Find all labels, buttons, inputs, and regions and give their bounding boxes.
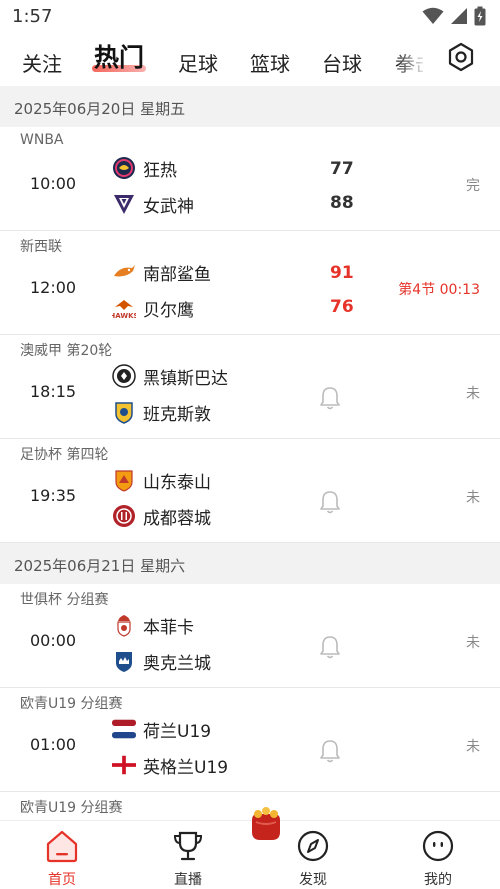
home-score: 77 — [330, 159, 354, 179]
compass-icon — [297, 830, 329, 862]
top-tab-bar: 关注 热门 足球 篮球 台球 拳击 — [0, 34, 500, 86]
home-icon — [46, 830, 78, 863]
match-row[interactable]: WNBA 10:00 狂热 女武神 77 88 完 — [0, 127, 500, 231]
chengdu-rongcheng-logo-icon — [112, 504, 136, 528]
home-score: 91 — [330, 263, 354, 283]
away-team: HAWKS 贝尔鹰 — [112, 295, 194, 321]
league-name: 欧青U19 分组赛 — [20, 696, 123, 712]
match-status: 未 — [466, 635, 480, 651]
team-name: 英格兰U19 — [143, 757, 229, 778]
match-row[interactable]: 足协杯 第四轮 19:35 山东泰山 成都蓉城 未 — [0, 439, 500, 543]
away-team: 奥克兰城 — [112, 648, 211, 674]
match-row[interactable]: 欧青U19 分组赛 01:00 荷兰U19 英格兰U19 未 — [0, 688, 500, 792]
home-team: 黑镇斯巴达 — [112, 363, 228, 389]
tab-football[interactable]: 足球 — [178, 48, 218, 77]
team-name: 奥克兰城 — [143, 653, 211, 674]
settings-gear-icon[interactable] — [446, 42, 476, 72]
tab-scroll-fade — [395, 34, 435, 86]
tab-hot[interactable]: 热门 — [94, 38, 144, 74]
match-time: 12:00 — [30, 278, 77, 297]
home-team: 本菲卡 — [112, 612, 194, 638]
benfica-logo-icon — [112, 613, 136, 637]
team-name: 南部鲨鱼 — [143, 264, 211, 285]
league-name: 世俱杯 分组赛 — [20, 592, 109, 608]
team-name: 本菲卡 — [143, 617, 194, 638]
team-name: 荷兰U19 — [143, 721, 212, 742]
fever-logo-icon — [112, 156, 136, 180]
match-time: 00:00 — [30, 631, 77, 650]
sharks-logo-icon — [112, 260, 136, 284]
home-team: 荷兰U19 — [112, 716, 211, 742]
match-status: 未 — [466, 386, 480, 402]
home-team: 南部鲨鱼 — [112, 259, 211, 285]
match-status: 第4节 00:13 — [398, 282, 480, 298]
england-flag-icon — [112, 753, 136, 777]
match-list[interactable]: 2025年06月20日 星期五 WNBA 10:00 狂热 女武神 77 88 … — [0, 86, 500, 820]
match-row[interactable]: 澳威甲 第20轮 18:15 黑镇斯巴达 班克斯敦 未 — [0, 335, 500, 439]
wifi-icon — [422, 7, 444, 24]
match-time: 01:00 — [30, 735, 77, 754]
league-name: WNBA — [20, 132, 64, 148]
trophy-icon — [173, 831, 203, 861]
status-time: 1:57 — [12, 6, 53, 27]
match-row[interactable]: 新西联 12:00 南部鲨鱼 HAWKS 贝尔鹰 91 76 第4节 00:13 — [0, 231, 500, 335]
match-status: 未 — [466, 490, 480, 506]
shandong-taishan-logo-icon — [112, 468, 136, 492]
bell-icon[interactable] — [318, 738, 342, 764]
status-bar: 1:57 — [0, 0, 500, 34]
battery-icon — [474, 6, 486, 26]
team-name: 贝尔鹰 — [143, 300, 194, 321]
bell-icon[interactable] — [318, 489, 342, 515]
signal-icon — [451, 8, 467, 24]
league-name: 足协杯 第四轮 — [20, 447, 109, 463]
away-score: 76 — [330, 297, 354, 317]
tab-basketball[interactable]: 篮球 — [250, 48, 290, 77]
home-team: 狂热 — [112, 155, 177, 181]
league-name: 新西联 — [20, 239, 62, 255]
away-team: 女武神 — [112, 191, 194, 217]
away-team: 成都蓉城 — [112, 503, 211, 529]
team-name: 班克斯敦 — [143, 404, 211, 425]
nav-label: 首页 — [48, 872, 76, 888]
hawks-logo-icon: HAWKS — [112, 296, 136, 320]
team-name: 狂热 — [143, 160, 177, 181]
match-time: 18:15 — [30, 382, 77, 401]
team-name: 女武神 — [143, 196, 194, 217]
league-name: 澳威甲 第20轮 — [20, 343, 113, 359]
status-icons — [422, 6, 486, 26]
bell-icon[interactable] — [318, 385, 342, 411]
valkyries-logo-icon — [112, 192, 136, 216]
league-name: 欧青U19 分组赛 — [20, 800, 123, 816]
match-status: 完 — [466, 178, 480, 194]
netherlands-flag-icon — [112, 717, 136, 741]
team-name: 黑镇斯巴达 — [143, 368, 228, 389]
profile-face-icon — [422, 830, 454, 862]
team-name: 成都蓉城 — [143, 508, 211, 529]
date-header: 2025年06月21日 星期六 — [0, 543, 500, 584]
blacktown-logo-icon — [112, 364, 136, 388]
tab-billiards[interactable]: 台球 — [322, 48, 362, 77]
away-score: 88 — [330, 193, 354, 213]
nav-label: 直播 — [174, 872, 202, 888]
away-team: 英格兰U19 — [112, 752, 228, 778]
gift-bag-icon[interactable] — [248, 806, 284, 842]
match-time: 19:35 — [30, 486, 77, 505]
auckland-city-logo-icon — [112, 649, 136, 673]
nav-label: 发现 — [299, 872, 327, 888]
svg-text:HAWKS: HAWKS — [112, 312, 136, 320]
nav-label: 我的 — [424, 872, 452, 888]
bankstown-logo-icon — [112, 400, 136, 424]
date-header: 2025年06月20日 星期五 — [0, 86, 500, 127]
away-team: 班克斯敦 — [112, 399, 211, 425]
match-row[interactable]: 世俱杯 分组赛 00:00 本菲卡 奥克兰城 未 — [0, 584, 500, 688]
home-team: 山东泰山 — [112, 467, 211, 493]
bell-icon[interactable] — [318, 634, 342, 660]
team-name: 山东泰山 — [143, 472, 211, 493]
match-status: 未 — [466, 739, 480, 755]
match-time: 10:00 — [30, 174, 77, 193]
tab-follow[interactable]: 关注 — [22, 48, 62, 77]
